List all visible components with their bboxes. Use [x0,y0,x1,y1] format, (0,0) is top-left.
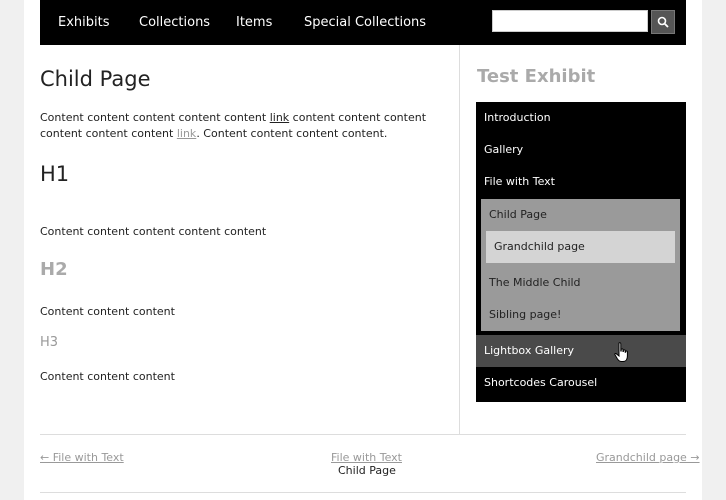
nav-special-collections[interactable]: Special Collections [304,15,426,30]
column-divider [459,45,460,435]
page: Exhibits Collections Items Special Colle… [24,0,702,500]
body-text: Content content content [40,305,175,318]
parent-page-link[interactable]: File with Text [331,451,402,464]
page-title: Child Page [40,67,151,91]
search-icon [657,16,669,28]
footer-divider-bottom [40,492,686,493]
content-paragraph: Content content content content content … [40,110,440,142]
search-input[interactable] [492,10,648,32]
heading-h3: H3 [40,335,59,350]
exhibit-nav-child-page[interactable]: Child Page [481,199,680,231]
exhibit-subnav: Child Page Grandchild page The Middle Ch… [481,199,680,331]
body-text: Content content content content content [40,225,267,238]
hand-cursor-icon [614,342,628,362]
nav-collections[interactable]: Collections [139,15,210,30]
exhibit-navigation: Introduction Gallery File with Text Chil… [476,102,686,402]
exhibit-nav-middle-child[interactable]: The Middle Child [481,267,680,299]
exhibit-nav-lightbox-gallery[interactable]: Lightbox Gallery [476,335,686,367]
search-button[interactable] [651,10,675,34]
footer-divider-top [40,434,686,435]
top-navigation: Exhibits Collections Items Special Colle… [40,0,686,45]
heading-h1: H1 [40,162,70,186]
body-text: Content content content [40,370,175,383]
heading-h2: H2 [40,259,68,280]
previous-page-link[interactable]: ← File with Text [40,451,124,464]
exhibit-title: Test Exhibit [477,66,596,87]
exhibit-nav-sibling-page[interactable]: Sibling page! [481,299,680,331]
exhibit-nav-shortcodes-carousel[interactable]: Shortcodes Carousel [476,367,686,399]
current-page-label: Child Page [338,464,396,477]
exhibit-nav-grandchild-page[interactable]: Grandchild page [486,231,675,263]
paragraph-text: . Content content content content. [196,127,388,140]
exhibit-nav-file-with-text[interactable]: File with Text [476,166,686,198]
paragraph-text: Content content content content content [40,111,270,124]
next-page-link[interactable]: Grandchild page → [596,451,700,464]
nav-exhibits[interactable]: Exhibits [58,15,110,30]
content-link-visited[interactable]: link [177,127,196,140]
exhibit-nav-introduction[interactable]: Introduction [476,102,686,134]
exhibit-nav-gallery[interactable]: Gallery [476,134,686,166]
content-link[interactable]: link [270,111,289,124]
nav-items[interactable]: Items [236,15,272,30]
